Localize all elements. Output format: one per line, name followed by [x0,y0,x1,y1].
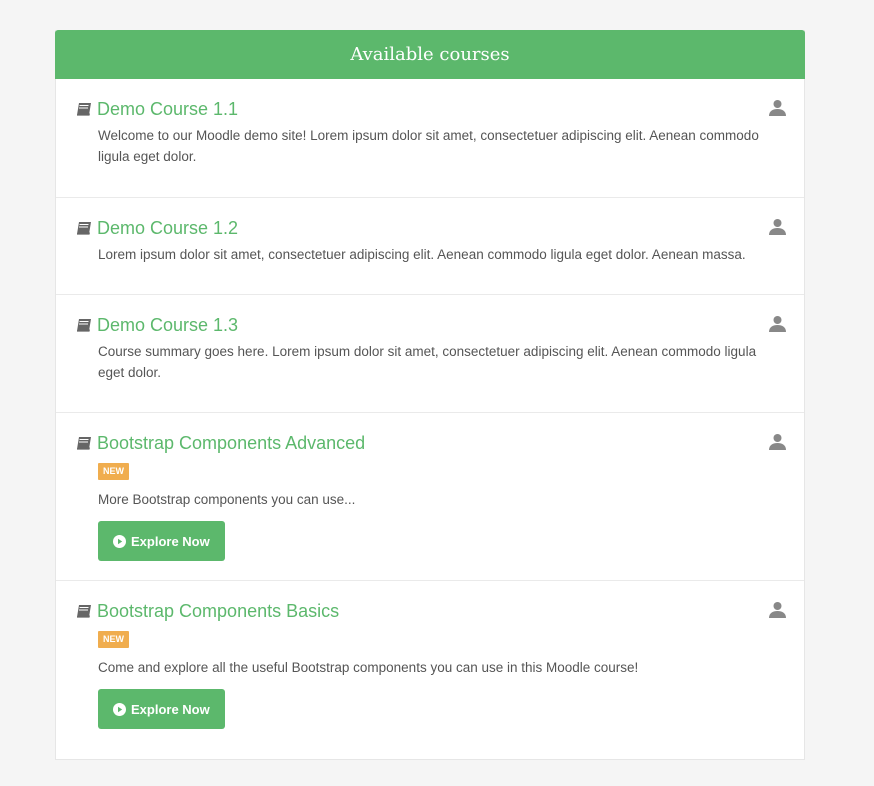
explore-now-label: Explore Now [131,701,210,717]
book-icon [77,102,91,116]
book-icon [77,436,91,450]
course-summary: Course summary goes here. Lorem ipsum do… [98,344,757,380]
course-head: Demo Course 1.3 [76,313,784,337]
course-link[interactable]: Demo Course 1.2 [97,216,238,240]
play-circle-icon [113,702,126,716]
user-icon[interactable] [769,601,786,618]
course-head: Demo Course 1.2 [76,216,784,240]
user-icon[interactable] [769,99,786,116]
course-summary: Lorem ipsum dolor sit amet, consectetuer… [98,247,746,262]
course-item: Bootstrap Components Basics NEW Come and… [56,581,804,759]
course-link[interactable]: Demo Course 1.3 [97,313,238,337]
course-summary: Welcome to our Moodle demo site! Lorem i… [98,128,759,164]
course-item: Demo Course 1.2 Lorem ipsum dolor sit am… [56,198,804,295]
user-icon[interactable] [769,315,786,332]
course-item: Demo Course 1.1 Welcome to our Moodle de… [56,79,804,198]
panel-header: Available courses [55,30,805,79]
course-summary: Come and explore all the useful Bootstra… [98,660,639,675]
book-icon [77,604,91,618]
course-head: Bootstrap Components Advanced [76,431,784,455]
explore-now-button[interactable]: Explore Now [98,521,225,561]
book-icon [77,318,91,332]
user-icon[interactable] [769,433,786,450]
course-summary: More Bootstrap components you can use... [98,492,356,507]
course-head: Bootstrap Components Basics [76,599,784,623]
panel-title: Available courses [350,44,510,65]
new-badge: NEW [98,463,129,480]
course-head: Demo Course 1.1 [76,97,784,121]
explore-now-label: Explore Now [131,533,210,549]
course-link[interactable]: Bootstrap Components Advanced [97,431,365,455]
course-link[interactable]: Bootstrap Components Basics [97,599,339,623]
user-icon[interactable] [769,218,786,235]
play-circle-icon [113,534,126,548]
new-badge: NEW [98,631,129,648]
course-item: Demo Course 1.3 Course summary goes here… [56,295,804,413]
course-item: Bootstrap Components Advanced NEW More B… [56,413,804,581]
available-courses-panel: Available courses Demo Course 1.1 Welcom… [55,30,805,760]
book-icon [77,221,91,235]
course-link[interactable]: Demo Course 1.1 [97,97,238,121]
explore-now-button[interactable]: Explore Now [98,689,225,729]
